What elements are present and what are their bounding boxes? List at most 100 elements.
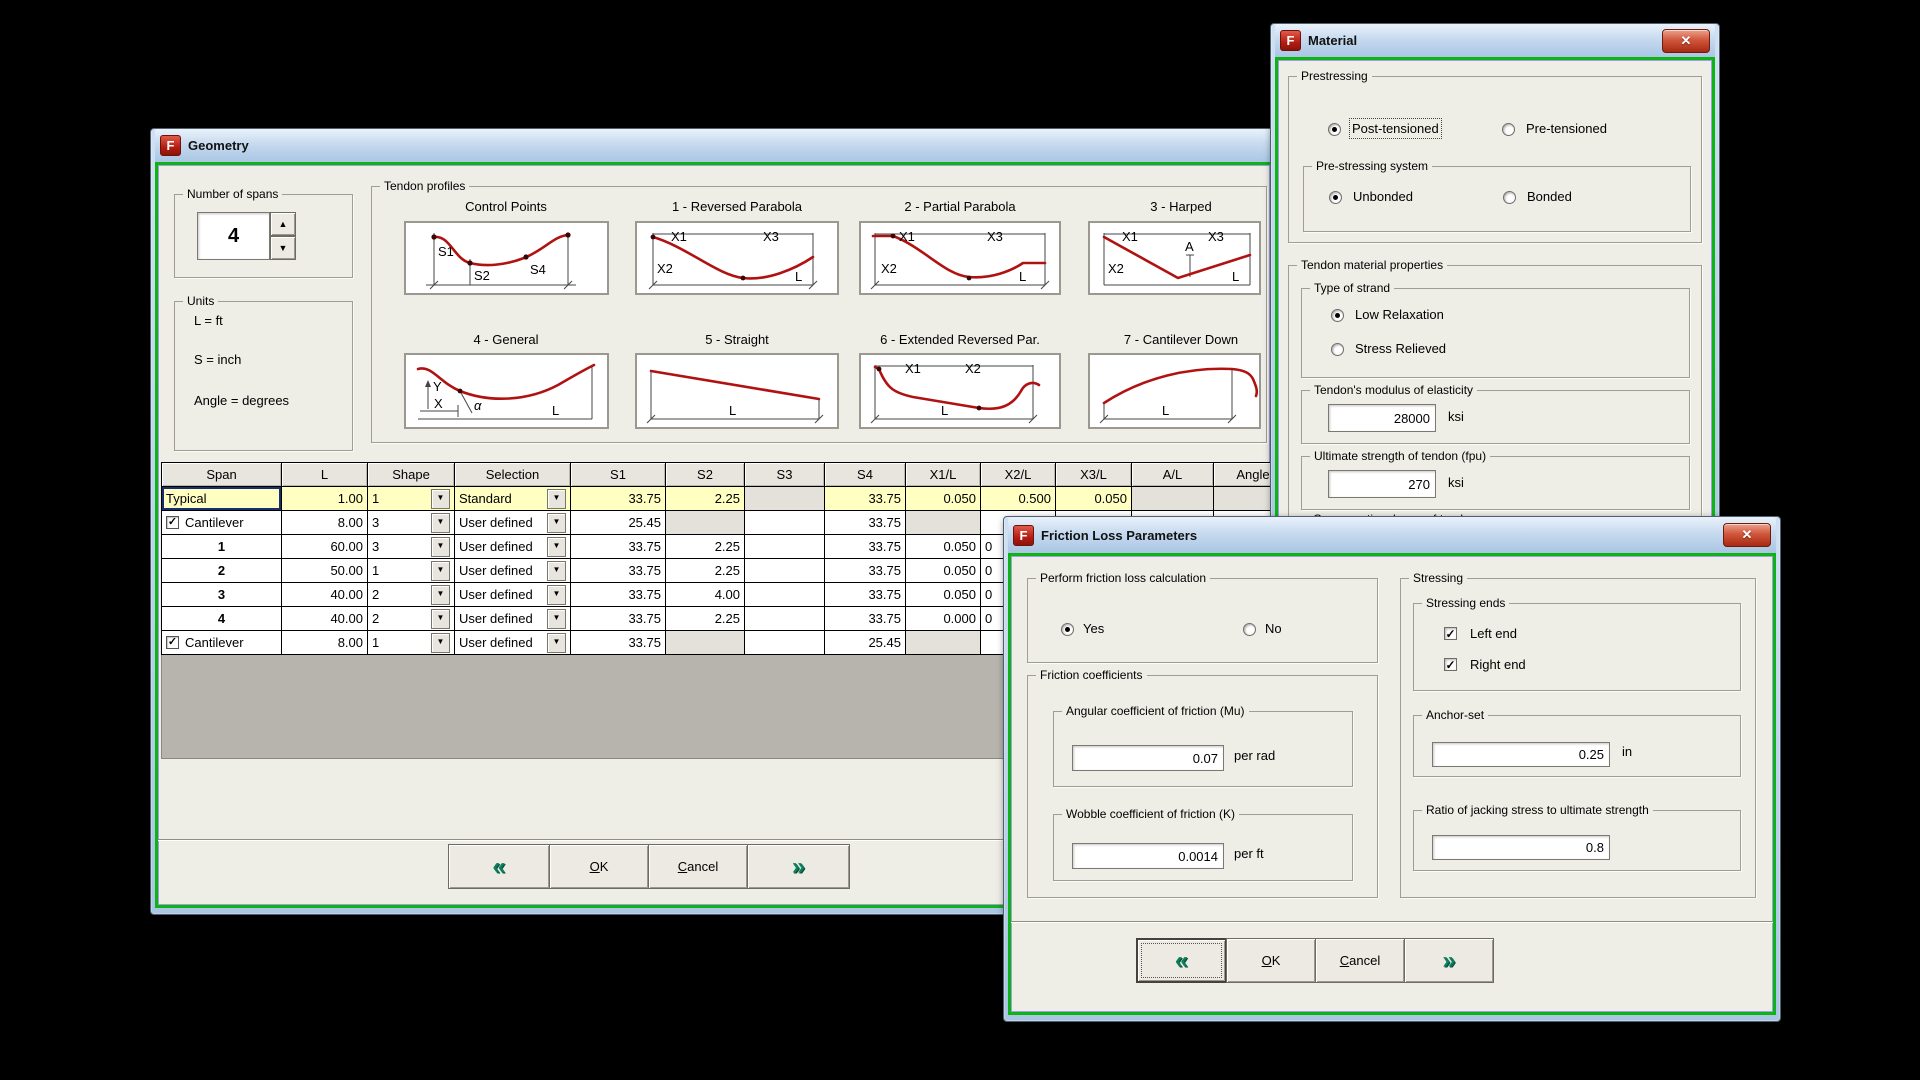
cell-span[interactable]: ✓Cantilever bbox=[161, 631, 282, 655]
cell-shape[interactable]: 1▼ bbox=[368, 559, 455, 583]
cell-s4[interactable]: 33.75 bbox=[825, 559, 906, 583]
geometry-ok-button[interactable]: OK bbox=[549, 844, 649, 889]
cell-x1l[interactable]: 0.050 bbox=[906, 487, 981, 511]
jacking-ratio-field[interactable]: 0.8 bbox=[1432, 835, 1610, 860]
cell-s3[interactable] bbox=[745, 607, 825, 631]
dropdown-arrow-icon[interactable]: ▼ bbox=[547, 609, 566, 629]
friction-no-radio-label[interactable]: No bbox=[1265, 621, 1282, 636]
cell-shape[interactable]: 2▼ bbox=[368, 583, 455, 607]
cell-s1[interactable]: 33.75 bbox=[571, 535, 666, 559]
cell-span[interactable]: 2 bbox=[161, 559, 282, 583]
cell-x1l[interactable]: 0.050 bbox=[906, 583, 981, 607]
cell-span[interactable]: 4 bbox=[161, 607, 282, 631]
pre-tensioned-radio-label[interactable]: Pre-tensioned bbox=[1526, 121, 1607, 136]
dropdown-arrow-icon[interactable]: ▼ bbox=[431, 633, 450, 653]
cell-selection[interactable]: User defined▼ bbox=[455, 559, 571, 583]
friction-close-button[interactable]: ✕ bbox=[1723, 523, 1771, 547]
cell-span[interactable]: 3 bbox=[161, 583, 282, 607]
dropdown-arrow-icon[interactable]: ▼ bbox=[431, 609, 450, 629]
post-tensioned-radio-label[interactable]: Post-tensioned bbox=[1352, 121, 1439, 136]
cell-shape[interactable]: 1▼ bbox=[368, 487, 455, 511]
dropdown-arrow-icon[interactable]: ▼ bbox=[547, 489, 566, 509]
cell-shape[interactable]: 3▼ bbox=[368, 511, 455, 535]
dropdown-arrow-icon[interactable]: ▼ bbox=[547, 585, 566, 605]
material-titlebar[interactable]: F Material ✕ bbox=[1275, 24, 1715, 57]
dropdown-arrow-icon[interactable]: ▼ bbox=[431, 585, 450, 605]
cell-l[interactable]: 1.00 bbox=[282, 487, 368, 511]
cell-al[interactable] bbox=[1132, 487, 1214, 511]
right-end-checkbox[interactable]: ✓ bbox=[1444, 658, 1457, 671]
cell-angle[interactable] bbox=[1214, 487, 1270, 511]
cell-x1l[interactable]: 0.050 bbox=[906, 559, 981, 583]
cell-l[interactable]: 8.00 bbox=[282, 631, 368, 655]
anchor-set-field[interactable]: 0.25 bbox=[1432, 742, 1610, 767]
bonded-radio[interactable] bbox=[1503, 191, 1516, 204]
geometry-titlebar[interactable]: F Geometry bbox=[155, 129, 1273, 162]
cell-span[interactable]: Typical bbox=[161, 487, 282, 511]
unbonded-radio[interactable] bbox=[1329, 191, 1342, 204]
cell-s1[interactable]: 33.75 bbox=[571, 607, 666, 631]
cell-l[interactable]: 50.00 bbox=[282, 559, 368, 583]
stress-relieved-radio-label[interactable]: Stress Relieved bbox=[1355, 341, 1446, 356]
angular-coefficient-field[interactable]: 0.07 bbox=[1072, 745, 1224, 771]
cell-l[interactable]: 8.00 bbox=[282, 511, 368, 535]
right-end-checkbox-label[interactable]: Right end bbox=[1470, 657, 1526, 672]
friction-cancel-button[interactable]: Cancel bbox=[1315, 938, 1405, 983]
cell-s2[interactable]: 2.25 bbox=[666, 487, 745, 511]
cell-s1[interactable]: 33.75 bbox=[571, 559, 666, 583]
dropdown-arrow-icon[interactable]: ▼ bbox=[431, 489, 450, 509]
cell-l[interactable]: 40.00 bbox=[282, 583, 368, 607]
cell-x1l[interactable] bbox=[906, 511, 981, 535]
spans-spinner-up-button[interactable]: ▲ bbox=[270, 212, 296, 236]
friction-no-radio[interactable] bbox=[1243, 623, 1256, 636]
spans-spinner-down-button[interactable]: ▼ bbox=[270, 236, 296, 260]
cell-shape[interactable]: 1▼ bbox=[368, 631, 455, 655]
cell-x1l[interactable] bbox=[906, 631, 981, 655]
pre-tensioned-radio[interactable] bbox=[1502, 123, 1515, 136]
cell-s2[interactable] bbox=[666, 511, 745, 535]
cell-s3[interactable] bbox=[745, 487, 825, 511]
cell-s2[interactable]: 2.25 bbox=[666, 607, 745, 631]
dropdown-arrow-icon[interactable]: ▼ bbox=[547, 561, 566, 581]
stress-relieved-radio[interactable] bbox=[1331, 343, 1344, 356]
unbonded-radio-label[interactable]: Unbonded bbox=[1353, 189, 1413, 204]
friction-forward-button[interactable]: » bbox=[1404, 938, 1494, 983]
cell-selection[interactable]: User defined▼ bbox=[455, 583, 571, 607]
cell-s3[interactable] bbox=[745, 559, 825, 583]
cell-selection[interactable]: User defined▼ bbox=[455, 511, 571, 535]
cell-l[interactable]: 60.00 bbox=[282, 535, 368, 559]
material-close-button[interactable]: ✕ bbox=[1662, 29, 1710, 53]
cell-l[interactable]: 40.00 bbox=[282, 607, 368, 631]
cell-selection[interactable]: User defined▼ bbox=[455, 535, 571, 559]
cell-shape[interactable]: 2▼ bbox=[368, 607, 455, 631]
cell-s3[interactable] bbox=[745, 511, 825, 535]
cell-s1[interactable]: 25.45 bbox=[571, 511, 666, 535]
bonded-radio-label[interactable]: Bonded bbox=[1527, 189, 1572, 204]
friction-back-button[interactable]: « bbox=[1136, 938, 1227, 983]
dropdown-arrow-icon[interactable]: ▼ bbox=[431, 513, 450, 533]
number-of-spans-field[interactable]: 4 bbox=[197, 212, 270, 260]
cell-shape[interactable]: 3▼ bbox=[368, 535, 455, 559]
cell-s4[interactable]: 25.45 bbox=[825, 631, 906, 655]
geometry-back-button[interactable]: « bbox=[448, 844, 550, 889]
cantilever-checkbox[interactable]: ✓ bbox=[166, 636, 179, 649]
post-tensioned-radio[interactable] bbox=[1328, 123, 1341, 136]
left-end-checkbox[interactable]: ✓ bbox=[1444, 627, 1457, 640]
cell-s4[interactable]: 33.75 bbox=[825, 607, 906, 631]
cell-selection[interactable]: User defined▼ bbox=[455, 607, 571, 631]
cell-s4[interactable]: 33.75 bbox=[825, 487, 906, 511]
dropdown-arrow-icon[interactable]: ▼ bbox=[547, 513, 566, 533]
cell-x1l[interactable]: 0.000 bbox=[906, 607, 981, 631]
cell-s4[interactable]: 33.75 bbox=[825, 511, 906, 535]
friction-ok-button[interactable]: OK bbox=[1226, 938, 1316, 983]
cell-s2[interactable]: 2.25 bbox=[666, 535, 745, 559]
cell-selection[interactable]: User defined▼ bbox=[455, 631, 571, 655]
cell-s2[interactable] bbox=[666, 631, 745, 655]
dropdown-arrow-icon[interactable]: ▼ bbox=[431, 561, 450, 581]
cell-s1[interactable]: 33.75 bbox=[571, 583, 666, 607]
cell-s3[interactable] bbox=[745, 583, 825, 607]
cell-span[interactable]: ✓Cantilever bbox=[161, 511, 282, 535]
geometry-forward-button[interactable]: » bbox=[747, 844, 850, 889]
dropdown-arrow-icon[interactable]: ▼ bbox=[547, 633, 566, 653]
friction-yes-radio-label[interactable]: Yes bbox=[1083, 621, 1104, 636]
